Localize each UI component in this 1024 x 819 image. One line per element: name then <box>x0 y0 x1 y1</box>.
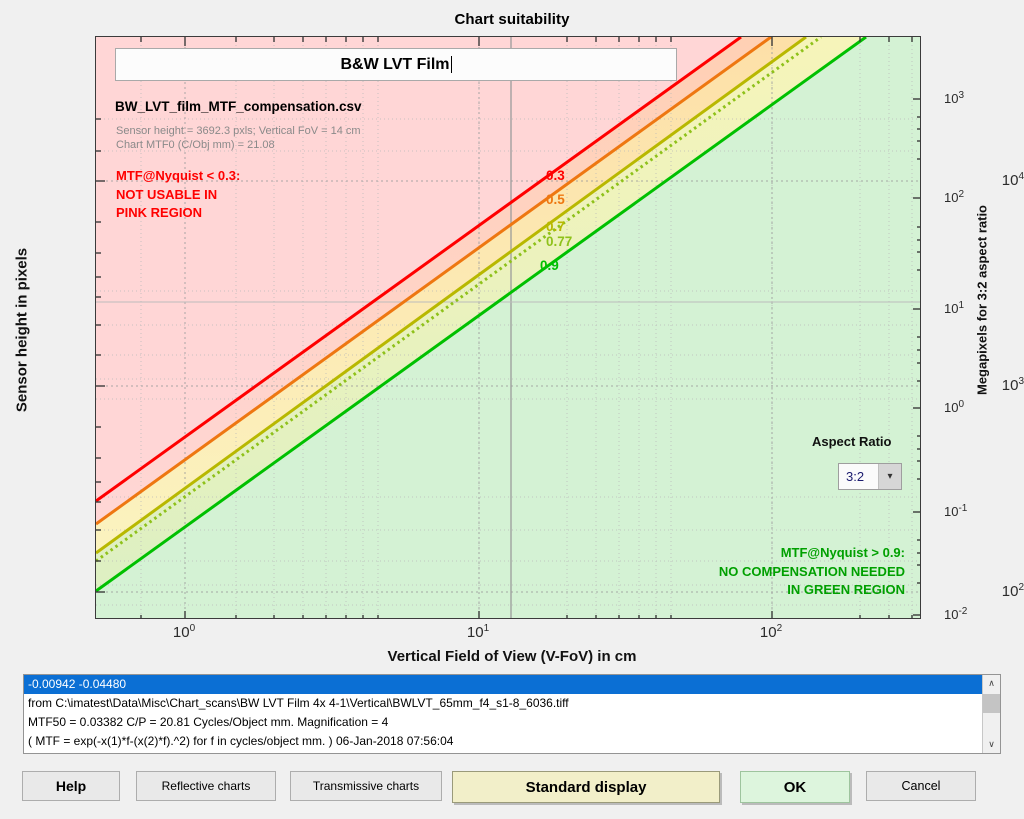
pink-note-line-3: PINK REGION <box>116 205 202 220</box>
curve-label-0-9: 0.9 <box>540 258 559 273</box>
y-tick-1e4: 104 <box>1001 171 1024 189</box>
curve-label-0-7: 0.7 <box>546 219 565 234</box>
text-cursor <box>450 56 452 73</box>
chart-title-input[interactable]: B&W LVT Film <box>115 48 677 81</box>
pink-region-warning: MTF@Nyquist < 0.3: NOT USABLE IN PINK RE… <box>116 167 240 223</box>
y2-tick-1e3: 103 <box>944 89 965 107</box>
green-note-line-3: IN GREEN REGION <box>787 582 905 597</box>
secondary-y-axis-label: Megapixels for 3:2 aspect ratio <box>974 204 990 396</box>
text-line-formula[interactable]: ( MTF = exp(-x(1)*f-(x(2)*f).^2) for f i… <box>24 732 982 751</box>
x-axis-label: Vertical Field of View (V-FoV) in cm <box>387 648 637 665</box>
green-note-line-2: NO COMPENSATION NEEDED <box>718 563 905 579</box>
y-tick-1e2: 102 <box>1001 582 1024 600</box>
pink-note-line-2: NOT USABLE IN <box>116 186 218 202</box>
aspect-ratio-value: 3:2 <box>846 469 865 484</box>
scroll-down-icon[interactable]: ∨ <box>983 736 1000 753</box>
pink-note-line-1: MTF@Nyquist < 0.3: <box>116 168 241 183</box>
reflective-charts-button[interactable]: Reflective charts <box>136 771 276 801</box>
results-text-lines: -0.00942 -0.04480 from C:\imatest\Data\M… <box>24 675 982 753</box>
curve-label-0-3: 0.3 <box>546 168 565 183</box>
info-line-chart-mtf0: Chart MTF0 (C/Obj mm) = 21.08 <box>116 139 275 151</box>
text-line-selected[interactable]: -0.00942 -0.04480 <box>24 675 982 694</box>
results-scrollbar[interactable]: ∧ ∨ <box>982 675 1000 753</box>
x-tick-1e1: 101 <box>466 623 490 641</box>
standard-display-button[interactable]: Standard display <box>452 771 720 803</box>
button-bar: Help Reflective charts Transmissive char… <box>0 771 1024 803</box>
x-tick-1e2: 102 <box>759 623 783 641</box>
scrollbar-thumb[interactable] <box>983 694 1000 713</box>
curve-label-0-77: 0.77 <box>546 234 573 249</box>
page-title: Chart suitability <box>454 11 570 28</box>
cancel-button[interactable]: Cancel <box>866 771 976 801</box>
y2-tick-1e2: 102 <box>944 188 965 206</box>
text-line-mtf50[interactable]: MTF50 = 0.03382 C/P = 20.81 Cycles/Objec… <box>24 713 982 732</box>
y-tick-1e3: 103 <box>1001 376 1024 394</box>
green-region-note: MTF@Nyquist > 0.9: NO COMPENSATION NEEDE… <box>719 544 905 600</box>
chart-title-input-value: B&W LVT Film <box>340 55 450 73</box>
ok-button[interactable]: OK <box>740 771 850 803</box>
x-tick-1e0: 100 <box>172 623 196 641</box>
curve-label-0-5: 0.5 <box>546 192 565 207</box>
chevron-down-icon: ▾ <box>878 464 901 489</box>
csv-filename-label: BW_LVT_film_MTF_compensation.csv <box>115 99 362 114</box>
y2-tick-1e1: 101 <box>944 299 965 317</box>
aspect-ratio-select[interactable]: 3:2 ▾ <box>838 463 902 490</box>
scroll-up-icon[interactable]: ∧ <box>983 675 1000 692</box>
y2-tick-1e0: 100 <box>944 398 965 416</box>
info-line-sensor-height: Sensor height = 3692.3 pxls; Vertical Fo… <box>116 125 361 137</box>
sensor-info-block: Sensor height = 3692.3 pxls; Vertical Fo… <box>116 124 361 152</box>
y2-tick-1em2: 10-2 <box>944 605 968 623</box>
aspect-ratio-label: Aspect Ratio <box>812 434 892 449</box>
results-text-panel[interactable]: -0.00942 -0.04480 from C:\imatest\Data\M… <box>23 674 1001 754</box>
y2-tick-1em1: 10-1 <box>944 502 968 520</box>
help-button[interactable]: Help <box>22 771 120 801</box>
text-line-source-path[interactable]: from C:\imatest\Data\Misc\Chart_scans\BW… <box>24 694 982 713</box>
transmissive-charts-button[interactable]: Transmissive charts <box>290 771 442 801</box>
y-axis-label: Sensor height in pixels <box>13 247 31 413</box>
green-note-line-1: MTF@Nyquist > 0.9: <box>780 545 905 560</box>
